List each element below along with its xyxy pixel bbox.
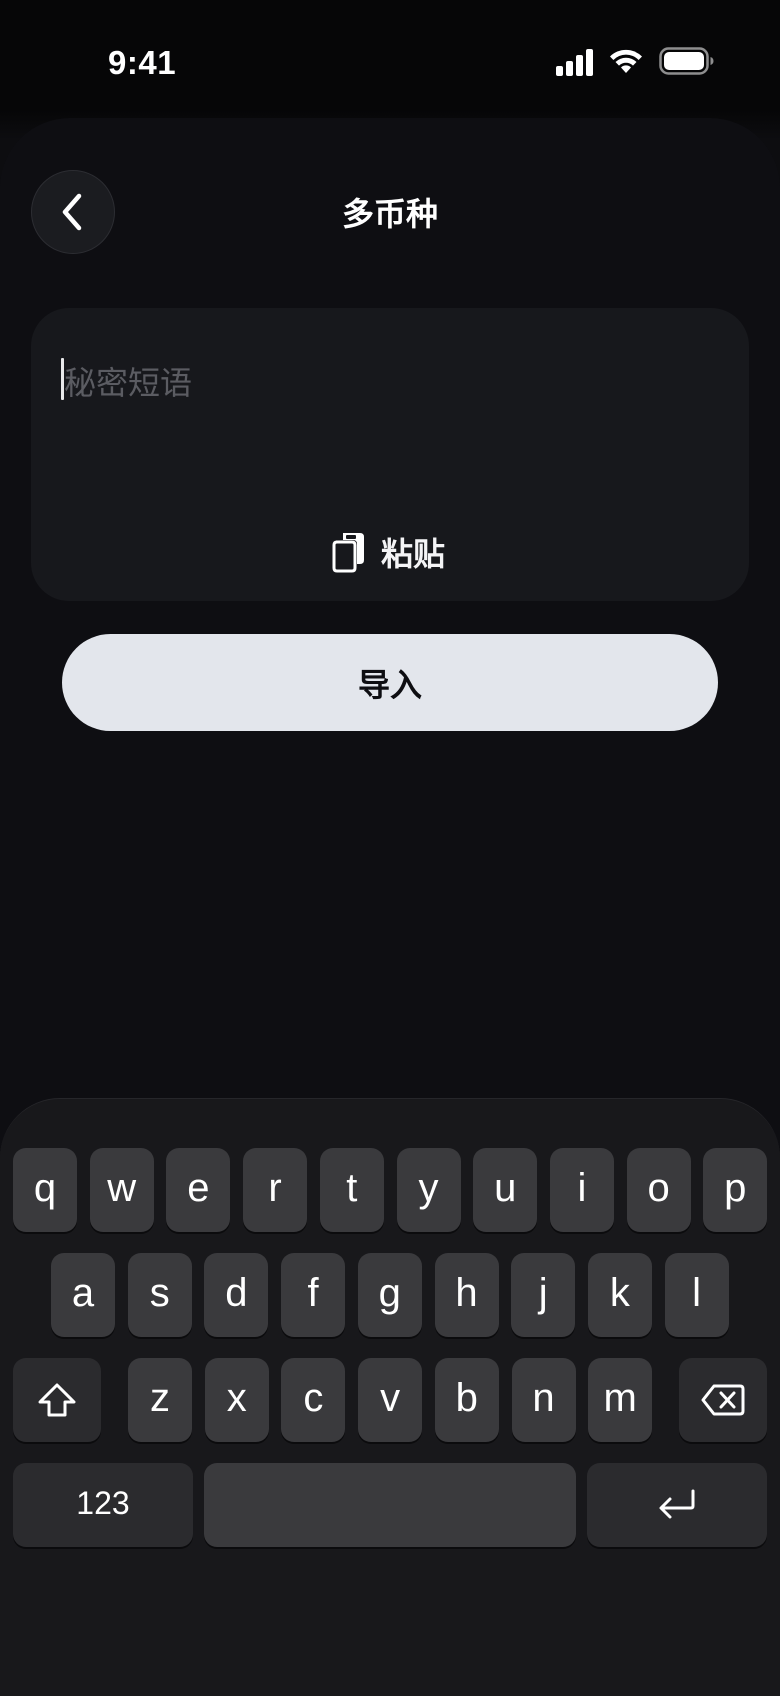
key-a[interactable]: a: [51, 1253, 115, 1337]
key-label: v: [380, 1376, 401, 1420]
key-label: t: [346, 1166, 358, 1210]
text-caret: [61, 358, 64, 400]
secret-phrase-input[interactable]: [61, 352, 711, 502]
key-n[interactable]: n: [511, 1358, 576, 1442]
key-x[interactable]: x: [204, 1358, 269, 1442]
key-o[interactable]: o: [626, 1148, 691, 1232]
key-label: k: [609, 1271, 630, 1315]
key-label: u: [494, 1166, 517, 1210]
keyboard-row-2: asdfghjkl: [0, 1253, 780, 1337]
key-i[interactable]: i: [549, 1148, 614, 1232]
keyboard-row-1: qwertyuiop: [0, 1148, 780, 1232]
key-r[interactable]: r: [243, 1148, 308, 1232]
numbers-key-label: 123: [76, 1485, 130, 1521]
key-y[interactable]: y: [396, 1148, 461, 1232]
key-label: m: [603, 1376, 637, 1420]
delete-icon: [701, 1384, 745, 1416]
key-label: h: [455, 1271, 478, 1315]
secret-phrase-card: 秘密短语 粘贴: [31, 308, 749, 601]
key-label: n: [532, 1376, 555, 1420]
import-button[interactable]: 导入: [62, 634, 718, 731]
key-label: g: [378, 1271, 401, 1315]
key-label: l: [692, 1271, 702, 1315]
key-label: b: [455, 1376, 478, 1420]
key-e[interactable]: e: [166, 1148, 231, 1232]
return-key[interactable]: [587, 1463, 767, 1547]
key-label: i: [577, 1166, 587, 1210]
key-label: e: [187, 1166, 210, 1210]
key-label: x: [226, 1376, 247, 1420]
key-c[interactable]: c: [281, 1358, 346, 1442]
key-label: q: [33, 1166, 57, 1210]
cellular-signal-icon: [556, 49, 593, 76]
key-label: r: [268, 1166, 282, 1210]
key-q[interactable]: q: [13, 1148, 77, 1232]
key-j[interactable]: j: [511, 1253, 576, 1337]
keyboard-row-4: 123: [0, 1463, 780, 1547]
key-label: c: [303, 1376, 324, 1420]
key-t[interactable]: t: [319, 1148, 384, 1232]
key-k[interactable]: k: [587, 1253, 652, 1337]
key-z[interactable]: z: [128, 1358, 192, 1442]
shift-key[interactable]: [13, 1358, 101, 1442]
key-label: p: [724, 1166, 747, 1210]
key-label: y: [418, 1166, 439, 1210]
key-label: d: [225, 1271, 248, 1315]
key-u[interactable]: u: [473, 1148, 538, 1232]
key-f[interactable]: f: [281, 1253, 346, 1337]
space-key[interactable]: [204, 1463, 576, 1547]
delete-key[interactable]: [679, 1358, 767, 1442]
shift-icon: [38, 1383, 76, 1417]
key-s[interactable]: s: [127, 1253, 192, 1337]
key-v[interactable]: v: [358, 1358, 423, 1442]
return-icon: [659, 1489, 695, 1519]
status-icons: [556, 46, 716, 78]
key-label: a: [71, 1271, 95, 1315]
key-g[interactable]: g: [357, 1253, 422, 1337]
key-b[interactable]: b: [434, 1358, 499, 1442]
status-time: 9:41: [108, 44, 177, 81]
status-bar: 9:41: [0, 0, 780, 118]
key-m[interactable]: m: [588, 1358, 653, 1442]
key-l[interactable]: l: [664, 1253, 729, 1337]
numbers-key[interactable]: 123: [13, 1463, 193, 1547]
key-d[interactable]: d: [204, 1253, 269, 1337]
key-label: f: [307, 1271, 319, 1315]
key-label: o: [647, 1166, 670, 1210]
key-h[interactable]: h: [434, 1253, 499, 1337]
screen: 9:41 多币种 秘密短语 粘贴 导入 q w e r t y u i o p …: [0, 0, 780, 1696]
paste-button[interactable]: 粘贴: [331, 528, 445, 576]
key-label: w: [107, 1166, 137, 1210]
clipboard-icon: [332, 533, 364, 573]
key-label: s: [149, 1271, 170, 1315]
key-p[interactable]: p: [703, 1148, 768, 1232]
wifi-icon: [610, 49, 642, 73]
key-label: z: [150, 1376, 170, 1420]
page-title: 多币种: [341, 195, 438, 233]
key-w[interactable]: w: [89, 1148, 154, 1232]
paste-label: 粘贴: [381, 535, 446, 573]
battery-icon: [659, 47, 714, 75]
key-label: j: [538, 1271, 548, 1315]
keyboard: q w e r t y u i o p a s d f g h j k l z x c v b n m 123: [0, 1098, 780, 1696]
keyboard-row-3: zxcvbnm: [0, 1358, 780, 1442]
